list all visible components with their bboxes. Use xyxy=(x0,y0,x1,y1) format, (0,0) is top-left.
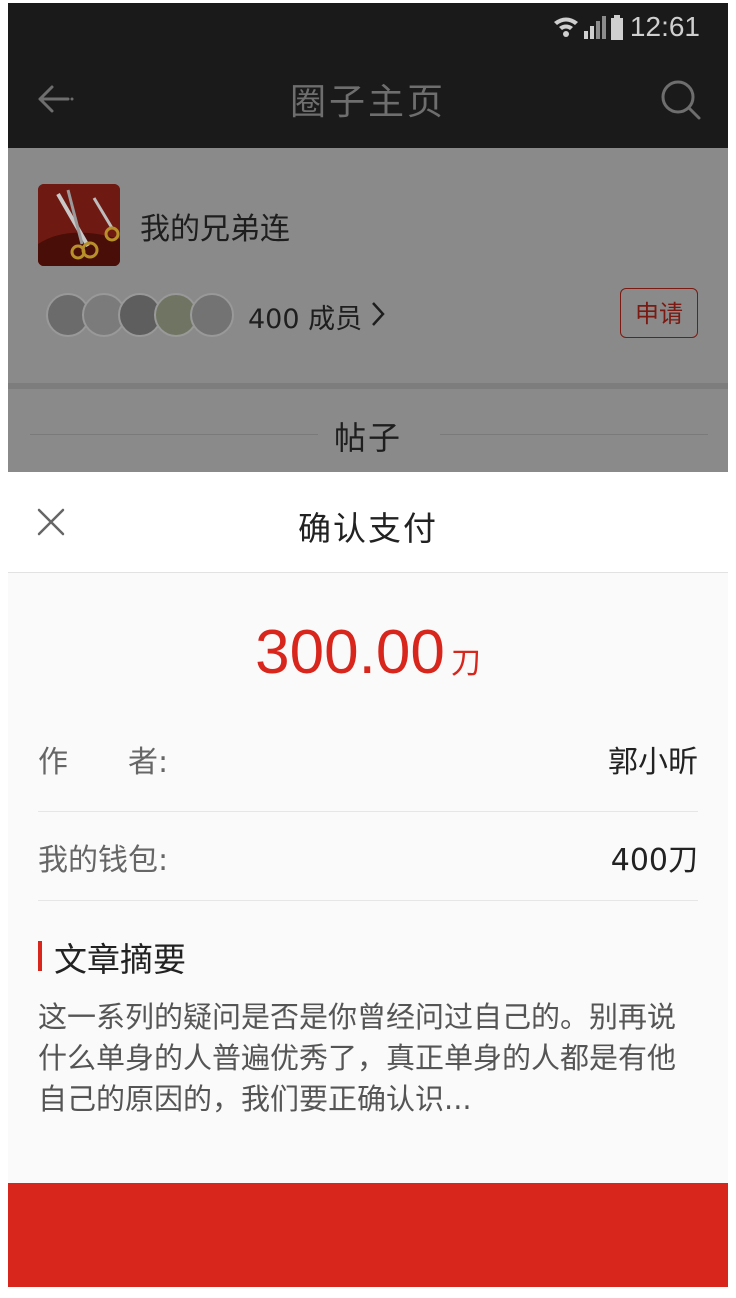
signal-icon xyxy=(584,16,606,39)
summary-text: 这一系列的疑问是否是你曾经问过自己的。别再说什么单身的人普遍优秀了，真正单身的人… xyxy=(38,1000,677,1116)
amount-display: 300.00 刀 xyxy=(8,617,728,688)
nav-bar: 圈子主页 xyxy=(8,49,728,148)
circle-header: 我的兄弟连 400 成员 申请 xyxy=(8,148,728,383)
status-bar: 12:61 xyxy=(8,3,728,49)
posts-title: 帖子 xyxy=(333,419,402,457)
page-title: 圈子主页 xyxy=(289,82,446,123)
wifi-icon xyxy=(554,17,578,37)
apply-button[interactable]: 申请 xyxy=(620,288,698,338)
payment-amount-unit: 刀 xyxy=(450,646,481,681)
battery-icon xyxy=(611,15,623,40)
chevron-right-icon[interactable] xyxy=(368,299,388,329)
wallet-label: 我的钱包: xyxy=(38,843,169,878)
row-divider xyxy=(38,811,698,812)
confirm-pay-button[interactable] xyxy=(8,1183,728,1287)
circle-name: 我的兄弟连 xyxy=(140,212,290,247)
wallet-row: 我的钱包: 400刀 xyxy=(38,815,698,905)
payment-amount: 300.00 xyxy=(255,618,445,687)
author-row: 作 者: 郭小昕 xyxy=(38,717,698,807)
phone-screen: 12:61 圈子主页 我的兄弟连 400 成员 申请 帖子 确认支付 300.0… xyxy=(8,3,728,1287)
author-value: 郭小昕 xyxy=(608,745,698,780)
posts-section-header: 帖子 xyxy=(8,389,728,472)
status-time: 12:61 xyxy=(629,11,700,42)
member-avatar xyxy=(190,293,234,337)
payment-sheet-header: 确认支付 xyxy=(8,472,728,573)
author-label: 作 者: xyxy=(38,745,169,780)
divider-line xyxy=(440,434,708,435)
status-icons xyxy=(554,15,623,40)
row-divider xyxy=(38,900,698,901)
payment-title: 确认支付 xyxy=(298,509,438,548)
payment-sheet: 确认支付 300.00 刀 作 者: 郭小昕 我的钱包: 400刀 文章摘要 这一… xyxy=(8,472,728,1287)
member-count[interactable]: 400 成员 xyxy=(248,297,362,336)
wallet-value: 400刀 xyxy=(610,843,698,878)
search-icon[interactable] xyxy=(660,79,702,121)
circle-avatar xyxy=(38,184,120,266)
section-accent-bar xyxy=(38,941,42,971)
summary-title: 文章摘要 xyxy=(54,940,186,979)
scissors-image xyxy=(38,184,120,266)
